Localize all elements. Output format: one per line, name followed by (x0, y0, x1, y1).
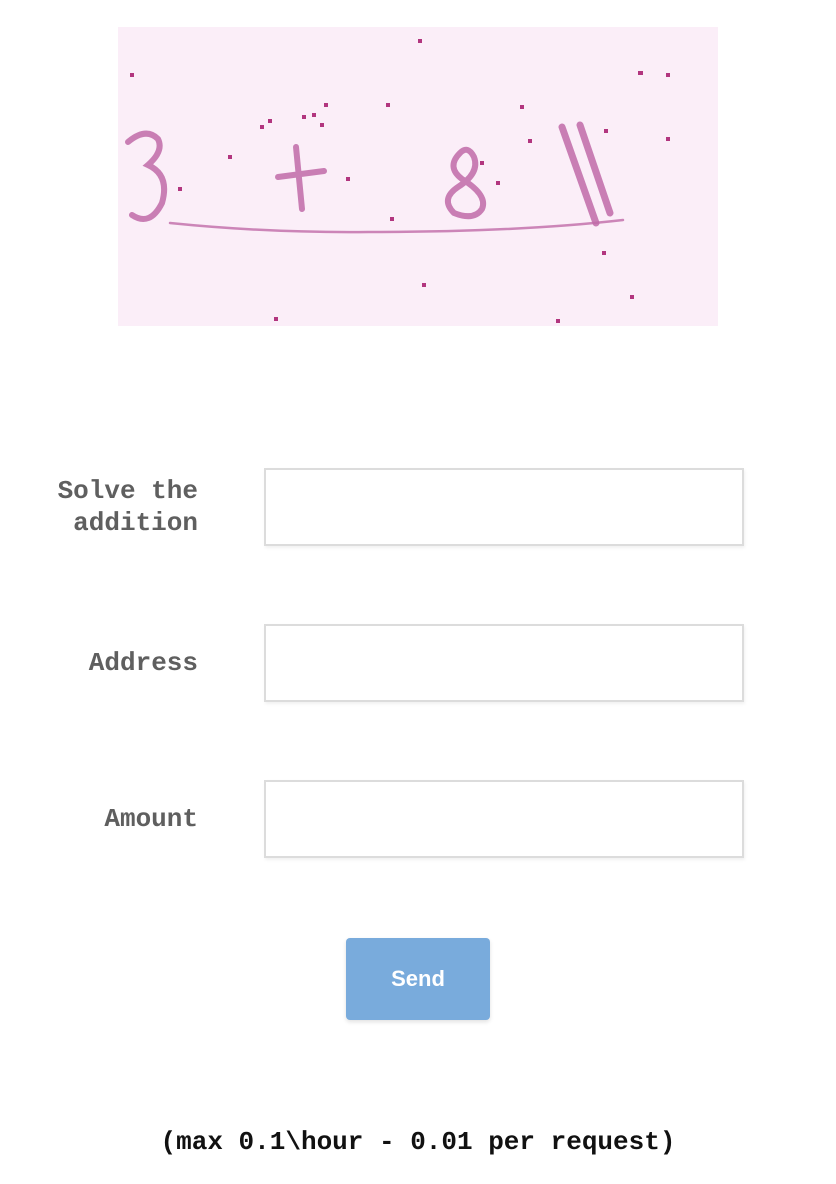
captcha-answer-input[interactable] (264, 468, 744, 546)
amount-input[interactable] (264, 780, 744, 858)
captcha-row: Solve the addition (0, 468, 836, 546)
address-input[interactable] (264, 624, 744, 702)
captcha-image (118, 27, 718, 326)
amount-label: Amount (104, 804, 198, 834)
rate-limit-note: (max 0.1\hour - 0.01 per request) (160, 1127, 676, 1157)
send-button[interactable]: Send (346, 938, 490, 1020)
amount-row: Amount (0, 780, 836, 858)
address-label: Address (88, 648, 198, 678)
address-row: Address (0, 624, 836, 702)
captcha-label: Solve the addition (57, 476, 198, 538)
captcha-drawing (125, 39, 670, 323)
